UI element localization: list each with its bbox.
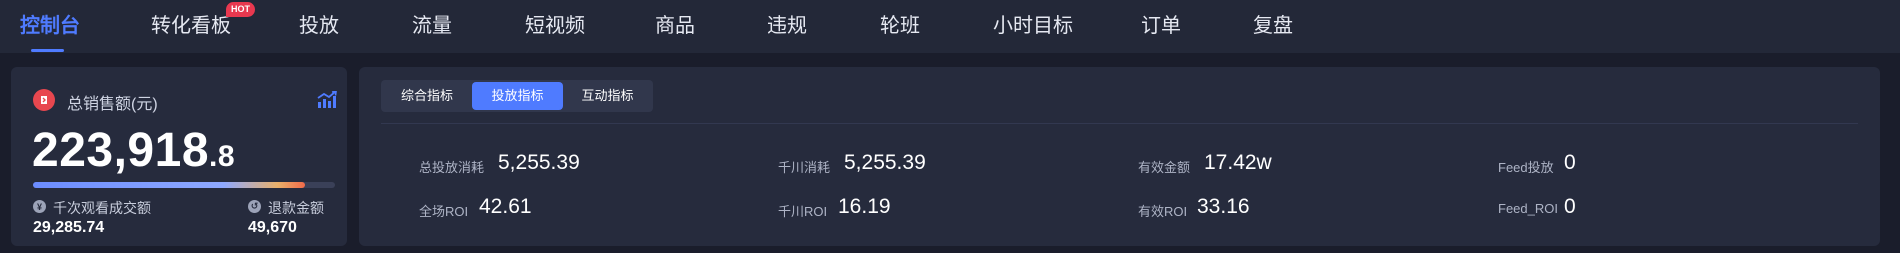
metric-value-feed-spend: 0 (1564, 151, 1576, 174)
metric-label-qianchuan-spend: 千川消耗 (778, 160, 831, 175)
yen-icon: ¥ (33, 200, 46, 213)
sales-progress-bar (33, 182, 335, 188)
metric-value-overall-roi: 42.61 (479, 195, 532, 218)
sales-icon (33, 89, 55, 111)
metric-label-feed-spend: Feed投放 (1498, 160, 1554, 175)
tab-ad-metrics[interactable]: 投放指标 (472, 82, 563, 110)
metric-value-feed-roi: 0 (1564, 195, 1576, 218)
metric-value-total-ad-spend: 5,255.39 (498, 151, 580, 174)
nav-item-conversion-board[interactable]: 转化看板 (151, 13, 231, 39)
nav-item-orders[interactable]: 订单 (1141, 13, 1181, 39)
nav-item-traffic[interactable]: 流量 (412, 13, 452, 39)
metric-value-effective-amount: 17.42w (1204, 151, 1272, 174)
top-nav: 控制台 转化看板 HOT 投放 流量 短视频 商品 违规 轮班 小时目标 订单 … (0, 0, 1900, 53)
total-sales-card: 总销售额(元) 223,918.8 ¥ 千次观看成交额 29,285.74 ↺ … (11, 67, 347, 246)
nav-item-hourly-target[interactable]: 小时目标 (993, 13, 1073, 39)
metric-label-effective-roi: 有效ROI (1138, 204, 1188, 219)
metric-label-feed-roi: Feed_ROI (1498, 201, 1558, 216)
metric-value-qianchuan-spend: 5,255.39 (844, 151, 926, 174)
trend-chart-icon[interactable] (317, 91, 337, 109)
metrics-card: 综合指标 投放指标 互动指标 总投放消耗 5,255.39 千川消耗 5,255… (359, 67, 1880, 246)
gpm-label: 千次观看成交额 (53, 200, 151, 216)
metric-label-total-ad-spend: 总投放消耗 (419, 160, 485, 175)
metric-label-qianchuan-roi: 千川ROI (778, 204, 828, 219)
hot-badge: HOT (226, 2, 255, 17)
tab-interaction-metrics[interactable]: 互动指标 (564, 82, 651, 110)
total-sales-title: 总销售额(元) (67, 96, 158, 113)
nav-item-shifts[interactable]: 轮班 (880, 13, 920, 39)
gpm-value: 29,285.74 (33, 219, 105, 236)
refund-label: 退款金额 (268, 200, 324, 216)
metric-label-effective-amount: 有效金额 (1138, 160, 1191, 175)
divider (381, 123, 1858, 124)
nav-item-ads[interactable]: 投放 (299, 13, 339, 39)
metric-tabs: 综合指标 投放指标 互动指标 (381, 80, 653, 112)
metric-value-effective-roi: 33.16 (1197, 195, 1250, 218)
nav-item-short-video[interactable]: 短视频 (525, 13, 585, 39)
total-sales-value: 223,918.8 (32, 123, 235, 185)
total-sales-decimal: .8 (209, 140, 236, 173)
tab-overall-metrics[interactable]: 综合指标 (383, 82, 471, 110)
nav-item-violations[interactable]: 违规 (767, 13, 807, 39)
nav-item-products[interactable]: 商品 (655, 13, 695, 39)
nav-active-indicator (31, 49, 64, 52)
metric-label-overall-roi: 全场ROI (419, 204, 469, 219)
sales-progress-fill (33, 182, 305, 188)
nav-item-review[interactable]: 复盘 (1253, 13, 1293, 39)
refund-icon: ↺ (248, 200, 261, 213)
refund-value: 49,670 (248, 219, 297, 236)
nav-item-console[interactable]: 控制台 (20, 13, 80, 39)
total-sales-integer: 223,918 (32, 124, 210, 177)
metric-value-qianchuan-roi: 16.19 (838, 195, 891, 218)
